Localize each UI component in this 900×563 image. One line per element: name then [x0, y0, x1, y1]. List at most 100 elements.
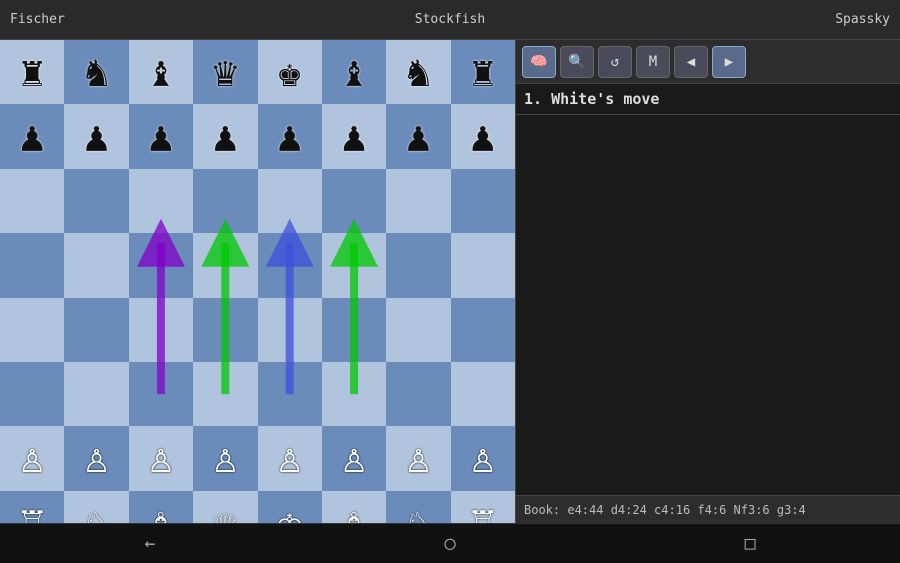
right-panel: 🧠 🔍 ↺ M ◀ ▶ 1. White's move Book: e4:44 … [515, 40, 900, 523]
square-4-5[interactable] [322, 298, 386, 362]
piece-0-1: ♞ [84, 51, 109, 93]
nav-back-btn[interactable]: ← [125, 529, 176, 558]
square-3-2[interactable] [129, 233, 193, 297]
square-7-4[interactable]: ♔ [258, 491, 322, 523]
square-0-7[interactable]: ♜ [451, 40, 515, 104]
square-7-3[interactable]: ♕ [193, 491, 257, 523]
square-5-5[interactable] [322, 362, 386, 426]
square-0-1[interactable]: ♞ [64, 40, 128, 104]
square-5-4[interactable] [258, 362, 322, 426]
square-2-6[interactable] [386, 169, 450, 233]
square-1-0[interactable]: ♟ [0, 104, 64, 168]
piece-0-0: ♜ [20, 51, 45, 93]
square-6-5[interactable]: ♙ [322, 426, 386, 490]
toolbar-brain-btn[interactable]: 🧠 [522, 46, 556, 78]
nav-home-btn[interactable]: ◯ [425, 529, 476, 558]
square-2-4[interactable] [258, 169, 322, 233]
square-1-6[interactable]: ♟ [386, 104, 450, 168]
square-5-7[interactable] [451, 362, 515, 426]
toolbar-forward-btn[interactable]: ▶ [712, 46, 746, 78]
square-3-5[interactable] [322, 233, 386, 297]
square-2-3[interactable] [193, 169, 257, 233]
square-4-3[interactable] [193, 298, 257, 362]
piece-1-3: ♟ [213, 116, 238, 158]
piece-1-4: ♟ [277, 116, 302, 158]
square-2-0[interactable] [0, 169, 64, 233]
chess-board[interactable]: ♜♞♝♛♚♝♞♜♟♟♟♟♟♟♟♟♙♙♙♙♙♙♙♙♖♘♗♕♔♗♘♖ [0, 40, 515, 523]
square-1-1[interactable]: ♟ [64, 104, 128, 168]
square-4-0[interactable] [0, 298, 64, 362]
square-1-4[interactable]: ♟ [258, 104, 322, 168]
square-0-0[interactable]: ♜ [0, 40, 64, 104]
player-left: Fischer [0, 12, 120, 27]
square-1-3[interactable]: ♟ [193, 104, 257, 168]
pgn-area[interactable] [516, 115, 900, 495]
square-3-4[interactable] [258, 233, 322, 297]
square-4-4[interactable] [258, 298, 322, 362]
piece-7-7: ♖ [470, 502, 495, 523]
square-7-2[interactable]: ♗ [129, 491, 193, 523]
square-2-1[interactable] [64, 169, 128, 233]
nav-bar: ← ◯ □ [0, 523, 900, 563]
square-5-1[interactable] [64, 362, 128, 426]
square-7-7[interactable]: ♖ [451, 491, 515, 523]
nav-square-btn[interactable]: □ [725, 529, 776, 558]
square-2-7[interactable] [451, 169, 515, 233]
toolbar-mode-btn[interactable]: M [636, 46, 670, 78]
square-0-3[interactable]: ♛ [193, 40, 257, 104]
square-7-5[interactable]: ♗ [322, 491, 386, 523]
piece-1-6: ♟ [406, 116, 431, 158]
piece-6-0: ♙ [20, 437, 45, 479]
square-6-3[interactable]: ♙ [193, 426, 257, 490]
square-0-2[interactable]: ♝ [129, 40, 193, 104]
square-0-6[interactable]: ♞ [386, 40, 450, 104]
square-6-2[interactable]: ♙ [129, 426, 193, 490]
square-5-3[interactable] [193, 362, 257, 426]
square-4-7[interactable] [451, 298, 515, 362]
toolbar-back-btn[interactable]: ◀ [674, 46, 708, 78]
square-3-7[interactable] [451, 233, 515, 297]
square-7-6[interactable]: ♘ [386, 491, 450, 523]
square-3-6[interactable] [386, 233, 450, 297]
square-4-1[interactable] [64, 298, 128, 362]
square-6-6[interactable]: ♙ [386, 426, 450, 490]
piece-0-6: ♞ [406, 51, 431, 93]
toolbar-refresh-btn[interactable]: ↺ [598, 46, 632, 78]
square-7-1[interactable]: ♘ [64, 491, 128, 523]
square-3-0[interactable] [0, 233, 64, 297]
piece-1-2: ♟ [148, 116, 173, 158]
piece-6-5: ♙ [341, 437, 366, 479]
square-7-0[interactable]: ♖ [0, 491, 64, 523]
piece-1-5: ♟ [341, 116, 366, 158]
move-label: 1. White's move [516, 84, 900, 115]
piece-1-0: ♟ [20, 116, 45, 158]
square-6-4[interactable]: ♙ [258, 426, 322, 490]
square-0-5[interactable]: ♝ [322, 40, 386, 104]
top-bar: Fischer Stockfish Spassky [0, 0, 900, 40]
square-4-2[interactable] [129, 298, 193, 362]
square-6-7[interactable]: ♙ [451, 426, 515, 490]
square-1-5[interactable]: ♟ [322, 104, 386, 168]
piece-7-6: ♘ [406, 502, 431, 523]
player-center: Stockfish [120, 12, 780, 27]
square-3-3[interactable] [193, 233, 257, 297]
square-0-4[interactable]: ♚ [258, 40, 322, 104]
square-4-6[interactable] [386, 298, 450, 362]
square-1-7[interactable]: ♟ [451, 104, 515, 168]
square-5-2[interactable] [129, 362, 193, 426]
square-6-0[interactable]: ♙ [0, 426, 64, 490]
book-bar: Book: e4:44 d4:24 c4:16 f4:6 Nf3:6 g3:4 [516, 495, 900, 523]
toolbar-search-btn[interactable]: 🔍 [560, 46, 594, 78]
board-area: ♜♞♝♛♚♝♞♜♟♟♟♟♟♟♟♟♙♙♙♙♙♙♙♙♖♘♗♕♔♗♘♖ [0, 40, 515, 523]
square-6-1[interactable]: ♙ [64, 426, 128, 490]
piece-7-3: ♕ [213, 502, 238, 523]
square-2-5[interactable] [322, 169, 386, 233]
main-area: ♜♞♝♛♚♝♞♜♟♟♟♟♟♟♟♟♙♙♙♙♙♙♙♙♖♘♗♕♔♗♘♖ 🧠 🔍 ↺ M… [0, 40, 900, 523]
square-3-1[interactable] [64, 233, 128, 297]
piece-6-3: ♙ [213, 437, 238, 479]
square-1-2[interactable]: ♟ [129, 104, 193, 168]
square-2-2[interactable] [129, 169, 193, 233]
square-5-6[interactable] [386, 362, 450, 426]
toolbar: 🧠 🔍 ↺ M ◀ ▶ [516, 40, 900, 84]
square-5-0[interactable] [0, 362, 64, 426]
